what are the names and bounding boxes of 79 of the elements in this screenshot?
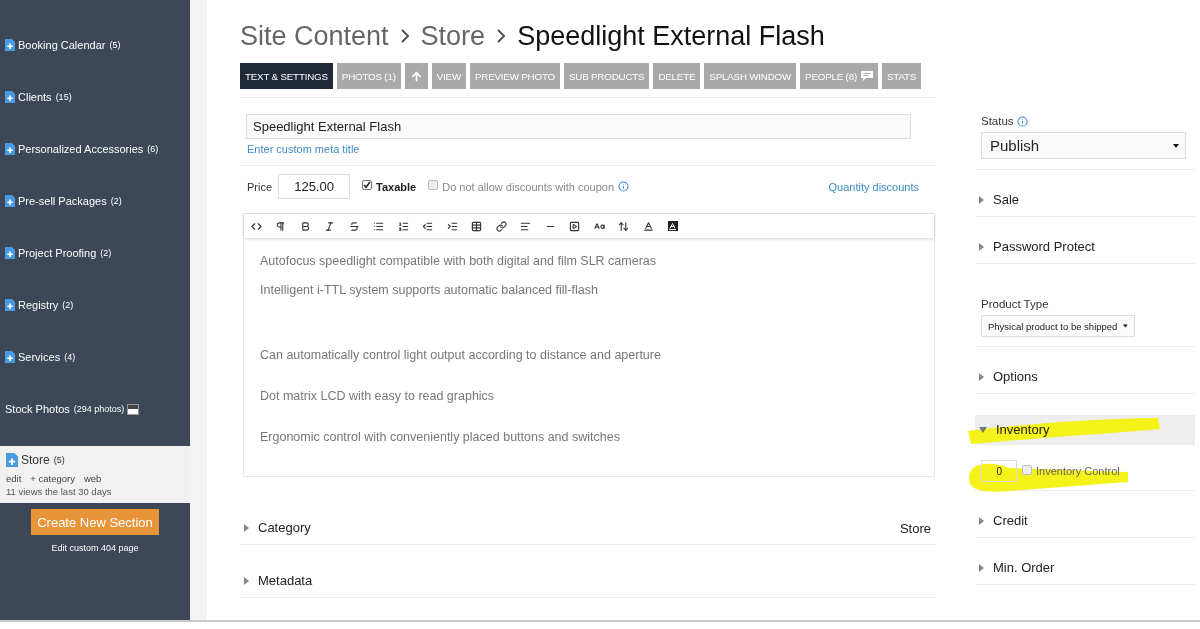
info-icon[interactable] (1016, 115, 1028, 127)
paragraph-text: Ergonomic control with conveniently placed buttons and switches (260, 429, 621, 445)
italic-icon[interactable] (324, 220, 336, 232)
breadcrumb-link[interactable]: Site Content (240, 18, 389, 54)
quantity-discounts-link[interactable]: Quantity discounts (828, 180, 919, 193)
page-plus-icon (5, 299, 15, 311)
numbered-list-icon[interactable] (397, 220, 409, 232)
image-icon (127, 403, 140, 415)
sidebar-item[interactable]: Personalized Accessories (6) (5, 143, 159, 155)
view-stats-text: 11 views the last 30 days (6, 486, 112, 498)
collapsible-toggle[interactable]: Credit (979, 513, 1028, 529)
section-link[interactable]: web (83, 473, 102, 485)
collapsible-toggle[interactable]: Sale (979, 192, 1020, 208)
checkbox-label[interactable]: Do not allow discounts with coupon (442, 180, 615, 193)
speech-bubble-icon (861, 71, 873, 81)
collapsible-toggle[interactable]: Options (979, 369, 1038, 385)
custom-404-link[interactable]: Edit custom 404 page (51, 543, 139, 554)
page-plus-icon (5, 143, 15, 155)
checkbox[interactable] (362, 180, 373, 190)
sidebar-item[interactable]: Project Proofing (2) (5, 247, 112, 259)
sidebar-item[interactable]: Stock Photos (294 photos) (5, 403, 140, 415)
collapsible-toggle[interactable]: Metadata (244, 573, 313, 589)
paragraph-text: Intelligent i-TTL system supports automatic balanced fill-flash (260, 282, 599, 298)
page-plus-icon (5, 195, 15, 207)
align-left-icon[interactable] (520, 220, 532, 232)
paragraph-text: Autofocus speedlight compatible with both digital and film SLR cameras (260, 253, 658, 269)
page-title: Speedlight External Flash (517, 20, 825, 53)
page-plus-icon (5, 247, 15, 259)
link-icon[interactable] (495, 220, 507, 232)
pilcrow-icon[interactable] (275, 220, 287, 232)
sidebar-item[interactable]: Registry (2) (5, 299, 74, 311)
arrow-up-icon (409, 69, 423, 83)
field-label: Status (981, 114, 1014, 128)
caret-down-icon (1123, 324, 1128, 328)
table-icon[interactable] (471, 220, 483, 232)
video-icon[interactable] (569, 220, 581, 232)
paragraph-text: Dot matrix LCD with easy to read graphics (260, 388, 496, 404)
text-color-icon[interactable] (642, 220, 654, 232)
price-field[interactable]: 125.00 (278, 174, 351, 199)
paragraph-text: Can automatically control light output according to distance and aperture (260, 347, 662, 363)
section-link[interactable]: edit (6, 473, 22, 485)
price-label: Price (247, 180, 273, 193)
chevron-right-icon (497, 29, 506, 43)
collapsible-toggle[interactable]: Password Protect (979, 239, 1095, 255)
title-field[interactable]: Speedlight External Flash (246, 114, 911, 139)
breadcrumb-link[interactable]: Store (420, 18, 486, 54)
strikethrough-icon[interactable] (348, 220, 360, 232)
sidebar-item[interactable]: Pre-sell Packages (2) (5, 195, 122, 207)
checkbox[interactable] (428, 180, 439, 190)
bold-icon[interactable] (299, 220, 311, 232)
outdent-icon[interactable] (422, 220, 434, 232)
status-select[interactable]: Publish (981, 132, 1186, 159)
bullet-list-icon[interactable] (373, 220, 385, 232)
page-plus-icon (6, 453, 18, 468)
indent-icon[interactable] (446, 220, 458, 232)
caret-down-icon (1173, 143, 1179, 148)
section-value: Store (899, 520, 931, 536)
section-link[interactable]: + category (30, 473, 75, 485)
collapsible-toggle[interactable]: Min. Order (979, 560, 1055, 576)
chevron-right-icon (400, 29, 409, 43)
page-plus-icon (5, 39, 15, 51)
product-type-select[interactable]: Physical product to be shipped (981, 315, 1135, 337)
code-icon[interactable] (250, 220, 262, 232)
quantity-field[interactable]: 0 (981, 460, 1017, 482)
sidebar-item[interactable]: Booking Calendar (5) (5, 39, 121, 51)
page-plus-icon (5, 351, 15, 363)
collapsible-toggle[interactable]: Category (244, 520, 311, 536)
inverted-letter-icon[interactable] (667, 221, 678, 231)
up-down-arrow-icon[interactable] (618, 220, 630, 232)
info-icon[interactable] (618, 181, 630, 192)
page-plus-icon (5, 91, 15, 103)
sidebar-item[interactable]: Store (5) (6, 453, 65, 468)
sidebar-item[interactable]: Services (4) (5, 351, 76, 363)
font-case-icon[interactable] (593, 220, 605, 232)
tab[interactable]: TEXT & SETTINGS (240, 63, 333, 89)
field-label: Product Type (981, 297, 1049, 311)
sidebar-item[interactable]: Clients (15) (5, 91, 72, 103)
meta-title-link[interactable]: Enter custom meta title (247, 142, 360, 156)
checkbox-label[interactable]: Taxable (376, 180, 417, 193)
